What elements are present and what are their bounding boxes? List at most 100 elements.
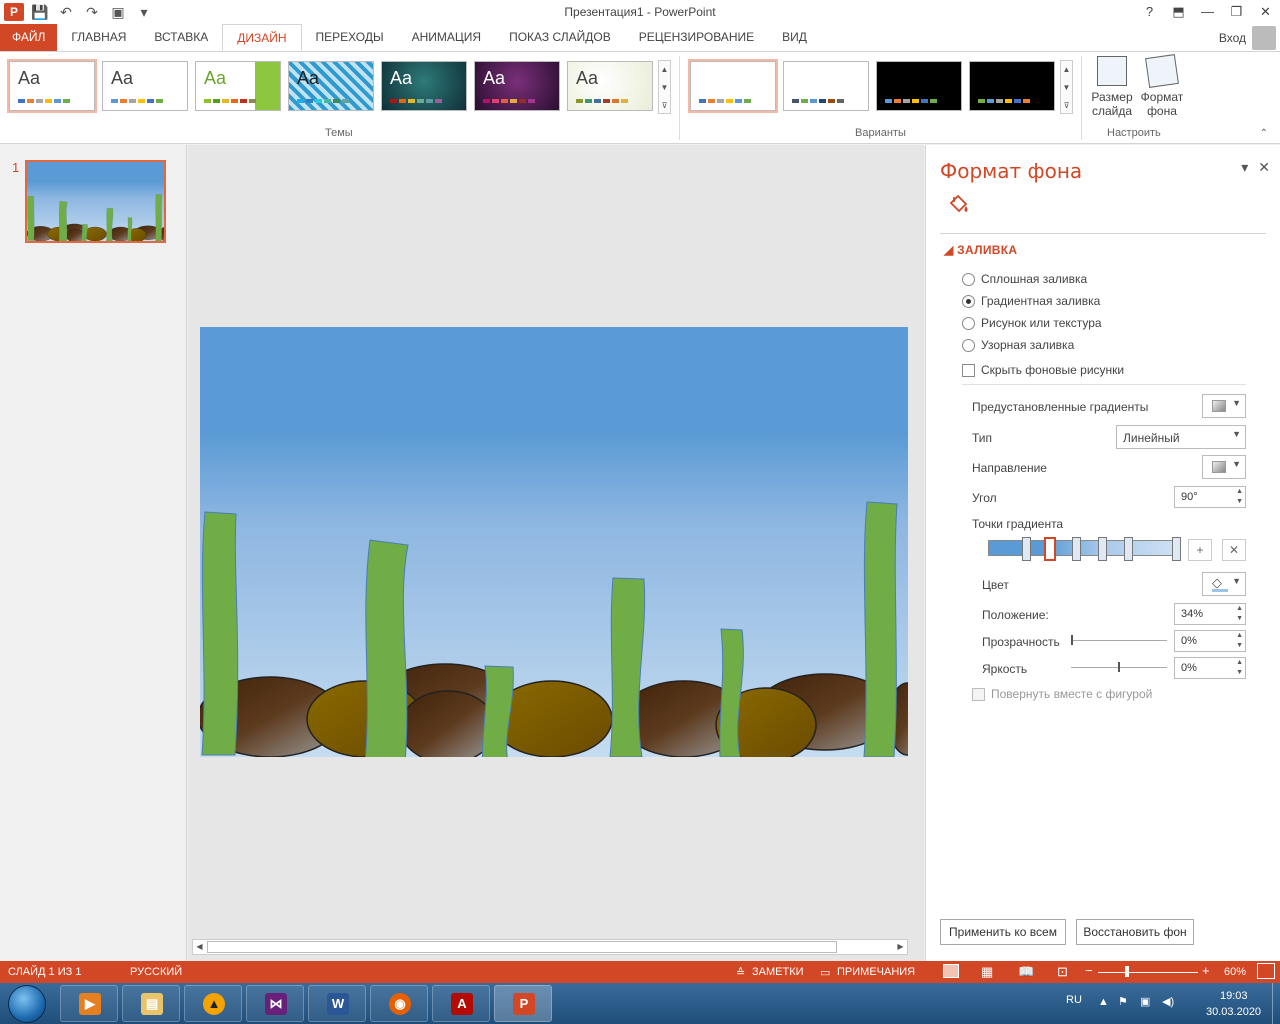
format-background-button[interactable]: Формат фона: [1138, 54, 1186, 118]
brightness-spinner[interactable]: 0% ▲ ▼: [1174, 657, 1246, 679]
angle-spinner[interactable]: 90° ▲ ▼: [1174, 486, 1246, 508]
volume-icon[interactable]: ◀): [1162, 995, 1174, 1008]
pane-close-icon[interactable]: ✕: [1258, 159, 1270, 176]
avatar[interactable]: [1252, 26, 1276, 50]
firefox-icon[interactable]: ◉: [370, 985, 428, 1022]
solid-fill-option[interactable]: Сплошная заливка: [962, 272, 1087, 286]
theme-integral[interactable]: Aa: [288, 61, 374, 111]
transparency-slider-knob[interactable]: [1071, 635, 1073, 645]
pane-options-icon[interactable]: ▾: [1241, 159, 1248, 176]
transparency-slider[interactable]: [1071, 635, 1167, 645]
reading-view-icon[interactable]: 📖: [1018, 964, 1034, 980]
file-explorer-icon[interactable]: ▤: [122, 985, 180, 1022]
variant-3[interactable]: [876, 61, 962, 111]
variant-2[interactable]: [783, 61, 869, 111]
scroll-left-icon[interactable]: ◀: [193, 940, 206, 954]
gradient-fill-option[interactable]: Градиентная заливка: [962, 294, 1100, 308]
brightness-slider-knob[interactable]: [1118, 662, 1120, 672]
theme-organic[interactable]: Aa: [567, 61, 653, 111]
gradient-stops-bar[interactable]: [988, 540, 1178, 556]
gradient-stop[interactable]: [1172, 537, 1181, 561]
fill-bucket-icon[interactable]: [946, 193, 970, 217]
pattern-fill-option[interactable]: Узорная заливка: [962, 338, 1074, 352]
comments-button[interactable]: ПРИМЕЧАНИЯ: [837, 966, 915, 978]
transparency-spinner[interactable]: 0% ▲ ▼: [1174, 630, 1246, 652]
acrobat-icon[interactable]: A: [432, 985, 490, 1022]
tab-slideshow[interactable]: ПОКАЗ СЛАЙДОВ: [495, 24, 625, 51]
zoom-slider[interactable]: [1098, 972, 1198, 973]
ribbon-display-options-icon[interactable]: ⬒: [1164, 0, 1193, 24]
notes-icon[interactable]: ≙: [736, 966, 745, 979]
slide-sorter-icon[interactable]: ▦: [981, 964, 993, 980]
restore-button[interactable]: ❐: [1222, 0, 1251, 24]
position-spinner[interactable]: 34% ▲ ▼: [1174, 603, 1246, 625]
variant-4[interactable]: [969, 61, 1055, 111]
sign-in-link[interactable]: Вход: [1219, 31, 1246, 45]
media-player-icon[interactable]: ▶: [60, 985, 118, 1022]
normal-view-icon[interactable]: [943, 964, 959, 978]
type-dropdown[interactable]: Линейный ▼: [1116, 425, 1246, 449]
tab-home[interactable]: ГЛАВНАЯ: [57, 24, 140, 51]
visual-studio-icon[interactable]: ⋈: [246, 985, 304, 1022]
minimize-button[interactable]: —: [1193, 0, 1222, 24]
apply-to-all-button[interactable]: Применить ко всем: [940, 919, 1066, 945]
zoom-level[interactable]: 60%: [1224, 966, 1246, 978]
gradient-stop[interactable]: [1072, 537, 1081, 561]
brightness-slider[interactable]: [1071, 662, 1167, 672]
gradient-fill-radio[interactable]: [962, 294, 975, 308]
start-button-icon[interactable]: [8, 985, 46, 1023]
tray-expand-icon[interactable]: ▲: [1098, 996, 1109, 1008]
zoom-slider-knob[interactable]: [1125, 966, 1129, 977]
theme-ion[interactable]: Aa: [381, 61, 467, 111]
close-button[interactable]: ✕: [1251, 0, 1280, 24]
tab-file[interactable]: ФАЙЛ: [0, 24, 58, 51]
clock-time[interactable]: 19:03: [1220, 990, 1248, 1002]
picture-fill-radio[interactable]: [962, 316, 975, 330]
spinner-arrows-icon[interactable]: ▲ ▼: [1236, 631, 1243, 651]
word-icon[interactable]: W: [308, 985, 366, 1022]
language-indicator[interactable]: РУССКИЙ: [130, 966, 182, 978]
color-picker-dropdown[interactable]: ◇ ▼: [1202, 572, 1246, 596]
network-icon[interactable]: ▣: [1140, 995, 1150, 1008]
comments-icon[interactable]: ▭: [820, 966, 830, 979]
gradient-stop[interactable]: [1124, 537, 1133, 561]
gradient-stop-selected[interactable]: [1044, 537, 1056, 561]
pattern-fill-radio[interactable]: [962, 338, 975, 352]
slide-canvas[interactable]: [200, 327, 908, 757]
theme-office-2[interactable]: Aa: [102, 61, 188, 111]
slide-counter[interactable]: СЛАЙД 1 ИЗ 1: [8, 966, 81, 978]
spinner-arrows-icon[interactable]: ▲ ▼: [1236, 658, 1243, 678]
spinner-arrows-icon[interactable]: ▲ ▼: [1236, 604, 1243, 624]
clock-date[interactable]: 30.03.2020: [1206, 1006, 1261, 1018]
show-desktop-button[interactable]: [1272, 983, 1280, 1024]
variants-gallery-scroll[interactable]: ▲ ▼ ⊽: [1060, 60, 1073, 114]
slide-size-button[interactable]: Размер слайда: [1088, 56, 1136, 118]
action-center-icon[interactable]: ⚑: [1118, 995, 1128, 1008]
hide-background-option[interactable]: Скрыть фоновые рисунки: [962, 363, 1124, 377]
zoom-out-icon[interactable]: −: [1085, 963, 1093, 978]
preset-gradients-dropdown[interactable]: ▼: [1202, 394, 1246, 418]
hide-background-checkbox[interactable]: [962, 363, 975, 377]
tab-animations[interactable]: АНИМАЦИЯ: [398, 24, 495, 51]
tab-design[interactable]: ДИЗАЙН: [222, 24, 302, 51]
tab-transitions[interactable]: ПЕРЕХОДЫ: [302, 24, 398, 51]
variant-1[interactable]: [688, 59, 778, 113]
slideshow-view-icon[interactable]: ⊡: [1057, 964, 1068, 980]
theme-office[interactable]: Aa: [7, 59, 97, 113]
horizontal-scrollbar[interactable]: ◀ ▶: [192, 939, 908, 955]
scrollbar-thumb[interactable]: [207, 941, 837, 953]
help-button[interactable]: ?: [1135, 0, 1164, 24]
tab-view[interactable]: ВИД: [768, 24, 821, 51]
tab-insert[interactable]: ВСТАВКА: [140, 24, 222, 51]
theme-ion-boardroom[interactable]: Aa: [474, 61, 560, 111]
fill-section-header[interactable]: ◢ ЗАЛИВКА: [944, 243, 1017, 257]
picture-fill-option[interactable]: Рисунок или текстура: [962, 316, 1102, 330]
input-language[interactable]: RU: [1066, 994, 1082, 1006]
spinner-arrows-icon[interactable]: ▲ ▼: [1236, 487, 1243, 507]
gradient-stop[interactable]: [1022, 537, 1031, 561]
fit-slide-icon[interactable]: [1257, 963, 1275, 979]
solid-fill-radio[interactable]: [962, 272, 975, 286]
zoom-in-icon[interactable]: +: [1202, 963, 1210, 978]
tab-review[interactable]: РЕЦЕНЗИРОВАНИЕ: [625, 24, 768, 51]
theme-facet[interactable]: Aa: [195, 61, 281, 111]
